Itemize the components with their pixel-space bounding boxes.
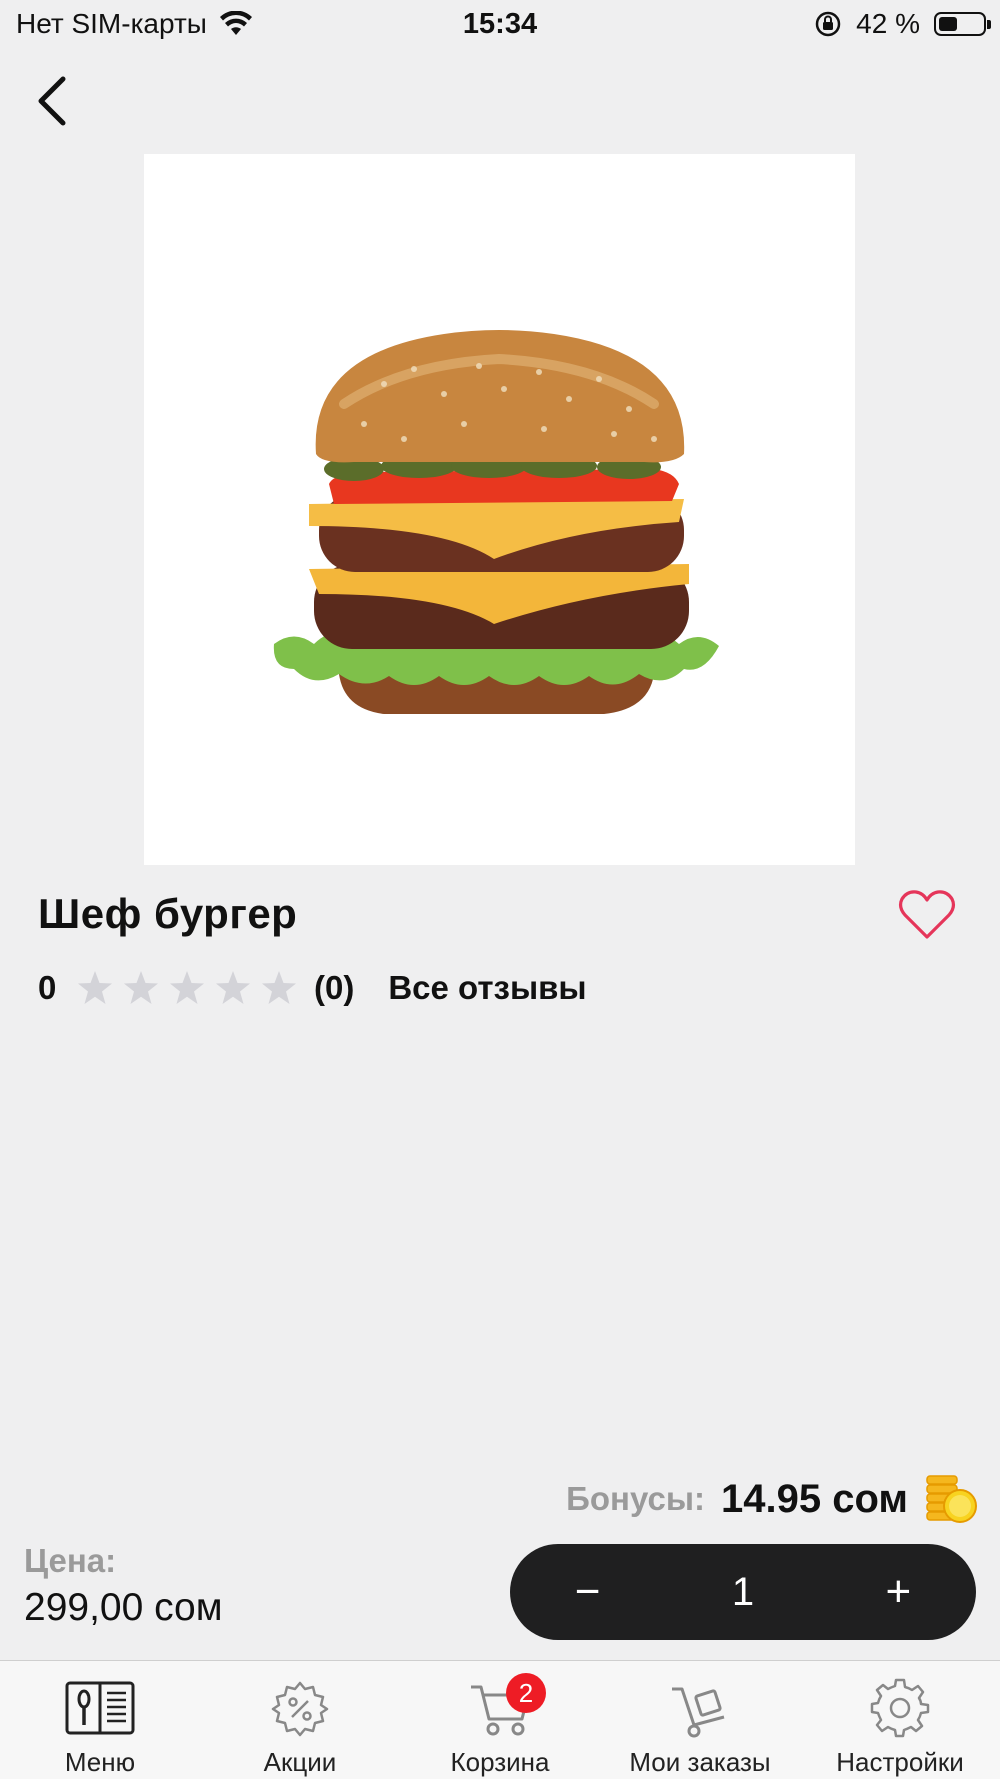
status-right: 42 % [814, 8, 991, 40]
decrease-button[interactable]: − [548, 1544, 628, 1640]
bonus-row: Бонусы: 14.95 сом [566, 1468, 978, 1530]
tab-bar: Меню Акции 2 Корзина Мои заказы Настройк… [0, 1660, 1000, 1779]
chevron-left-icon [38, 76, 66, 126]
quantity-stepper: − 1 + [510, 1544, 976, 1640]
battery-icon [934, 12, 991, 36]
price-value: 299,00 сом [24, 1586, 223, 1629]
tab-label: Мои заказы [629, 1747, 771, 1777]
status-bar: Нет SIM-карты 15:34 42 % [0, 0, 1000, 52]
menu-book-icon [65, 1681, 135, 1735]
star-icon [78, 971, 112, 1004]
burger-image [273, 330, 719, 714]
tab-label: Акции [263, 1747, 337, 1777]
tab-cart[interactable]: 2 Корзина [400, 1661, 600, 1779]
trolley-icon [672, 1687, 725, 1738]
tab-my-orders[interactable]: Мои заказы [600, 1661, 800, 1779]
heart-icon [898, 890, 956, 939]
price-block: Цена: 299,00 сом [24, 1542, 223, 1630]
orientation-lock-icon [815, 11, 841, 37]
star-icon [170, 971, 204, 1004]
star-icon [216, 971, 250, 1004]
star-icon [124, 971, 158, 1004]
cart-badge: 2 [506, 1673, 546, 1713]
price-label: Цена: [24, 1542, 117, 1579]
tab-label: Корзина [450, 1747, 550, 1777]
tab-promotions[interactable]: Акции [200, 1661, 400, 1779]
battery-percent: 42 % [856, 8, 920, 39]
rating-stars [76, 969, 298, 1007]
review-count: (0) [314, 969, 355, 1006]
back-button[interactable] [24, 70, 80, 132]
tab-menu[interactable]: Меню [0, 1661, 200, 1779]
rating-row: 0 (0) Все отзывы [38, 962, 587, 1014]
product-title: Шеф бургер [38, 890, 298, 937]
favorite-button[interactable] [896, 886, 958, 944]
tab-settings[interactable]: Настройки [800, 1661, 1000, 1779]
discount-gear-icon [271, 1681, 329, 1737]
settings-gear-icon [870, 1678, 930, 1738]
tab-label: Меню [64, 1747, 136, 1777]
quantity-value: 1 [731, 1569, 755, 1614]
bonus-label: Бонусы: [566, 1480, 706, 1517]
increase-button[interactable]: + [858, 1544, 938, 1640]
rating-value: 0 [38, 969, 57, 1006]
tab-label: Настройки [836, 1747, 964, 1777]
bonus-value: 14.95 сом [721, 1476, 908, 1521]
star-icon [262, 971, 296, 1004]
all-reviews-link[interactable]: Все отзывы [388, 969, 586, 1007]
product-image [144, 154, 855, 865]
coins-icon [926, 1475, 977, 1523]
